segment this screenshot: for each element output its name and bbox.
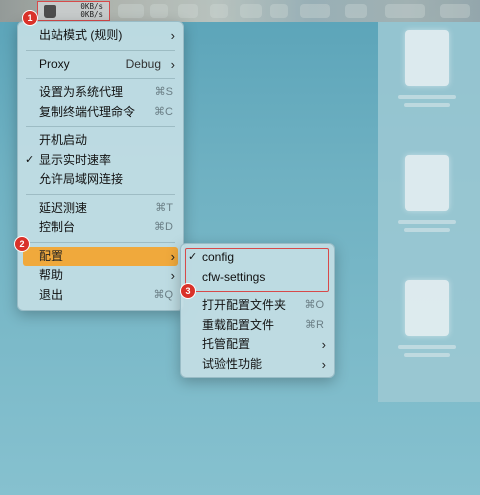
proxy-value: Debug: [125, 56, 161, 71]
file-label: [404, 353, 450, 357]
menubar-item[interactable]: [240, 4, 262, 18]
menu-item-latency-test[interactable]: 延迟测速 ⌘T: [18, 199, 183, 219]
menubar-item[interactable]: [300, 4, 330, 18]
menu-separator: [26, 126, 175, 127]
status-menu: 出站模式 (规则) › Proxy Debug › 设置为系统代理 ⌘S 复制终…: [17, 21, 184, 311]
menu-item-copy-terminal-command[interactable]: 复制终端代理命令 ⌘C: [18, 103, 183, 123]
step-badge: 2: [14, 236, 30, 252]
menu-item-help[interactable]: 帮助 ›: [18, 266, 183, 286]
menu-item-config[interactable]: 配置 ›: [23, 246, 178, 266]
file-label: [404, 228, 450, 232]
menu-item-label: 托管配置: [202, 337, 251, 351]
menubar-item[interactable]: [270, 4, 288, 18]
menu-item-dashboard[interactable]: 控制台 ⌘D: [18, 218, 183, 238]
menu-item-managed-config[interactable]: 托管配置 ›: [181, 335, 334, 355]
shortcut-label: ⌘C: [154, 105, 173, 118]
menubar-item[interactable]: [385, 4, 425, 18]
menu-separator: [26, 49, 175, 51]
menubar-item[interactable]: [118, 4, 144, 18]
menu-separator: [26, 78, 175, 79]
file-icon[interactable]: [405, 280, 449, 336]
menu-item-set-system-proxy[interactable]: 设置为系统代理 ⌘S: [18, 83, 183, 103]
config-list-highlight: [185, 248, 329, 292]
shortcut-label: ⌘T: [155, 201, 173, 214]
menu-item-experimental[interactable]: 试验性功能 ›: [181, 355, 334, 375]
chevron-right-icon: ›: [170, 28, 175, 43]
shortcut-label: ⌘R: [305, 318, 324, 331]
chevron-right-icon: ›: [170, 56, 175, 72]
menu-item-label: 退出: [39, 287, 64, 302]
menubar-item[interactable]: [150, 4, 168, 18]
menu-item-start-at-login[interactable]: 开机启动: [18, 131, 183, 151]
file-label: [404, 103, 450, 107]
chevron-right-icon: ›: [170, 268, 175, 283]
menu-item-show-speed[interactable]: ✓ 显示实时速率: [18, 151, 183, 171]
check-icon: ✓: [25, 153, 35, 166]
menu-separator: [26, 241, 175, 243]
menu-item-allow-lan[interactable]: 允许局域网连接: [18, 170, 183, 190]
menu-item-quit[interactable]: 退出 ⌘Q: [18, 286, 183, 306]
file-icon[interactable]: [405, 30, 449, 86]
menu-item-label: 重载配置文件: [202, 317, 275, 332]
file-label: [398, 95, 456, 99]
menu-item-label: 复制终端代理命令: [39, 104, 136, 119]
menubar-item[interactable]: [440, 4, 470, 18]
menu-item-label: 延迟测速: [39, 200, 88, 215]
chevron-right-icon: ›: [321, 337, 326, 352]
menu-item-label: 试验性功能: [202, 356, 263, 371]
menu-item-label: Proxy: [39, 56, 70, 71]
menu-item-label: 控制台: [39, 220, 76, 234]
menu-item-label: 设置为系统代理: [39, 85, 124, 99]
menu-item-open-config-folder[interactable]: 打开配置文件夹 ⌘O: [181, 296, 334, 316]
clash-status-item[interactable]: 0KB/s 0KB/s: [37, 1, 110, 21]
menu-item-label: 配置: [39, 248, 64, 263]
menu-item-label: 打开配置文件夹: [202, 298, 287, 312]
shortcut-label: ⌘S: [154, 86, 173, 98]
speed-readout: 0KB/s 0KB/s: [80, 3, 103, 19]
cat-icon: [44, 5, 56, 18]
menu-item-label: 允许局域网连接: [39, 172, 124, 186]
file-label: [398, 345, 456, 349]
chevron-right-icon: ›: [321, 356, 326, 372]
menu-item-label: 开机启动: [39, 133, 88, 147]
step-badge: 1: [22, 10, 38, 26]
menubar-item[interactable]: [210, 4, 228, 18]
menu-item-reload-config[interactable]: 重载配置文件 ⌘R: [181, 316, 334, 336]
file-label: [398, 220, 456, 224]
menubar-item[interactable]: [178, 4, 198, 18]
shortcut-label: ⌘D: [154, 221, 173, 233]
menu-item-label: 出站模式 (规则): [39, 28, 123, 42]
menu-item-label: 帮助: [39, 268, 64, 282]
shortcut-label: ⌘Q: [153, 288, 173, 301]
download-speed: 0KB/s: [80, 10, 103, 19]
chevron-right-icon: ›: [170, 248, 175, 264]
file-icon[interactable]: [405, 155, 449, 211]
shortcut-label: ⌘O: [304, 299, 324, 311]
menu-item-proxy[interactable]: Proxy Debug ›: [18, 55, 183, 75]
menubar-item[interactable]: [345, 4, 367, 18]
menu-separator: [26, 193, 175, 195]
menu-item-label: 显示实时速率: [39, 152, 112, 167]
step-badge: 3: [180, 283, 196, 299]
menu-item-outbound-mode[interactable]: 出站模式 (规则) ›: [18, 26, 183, 46]
